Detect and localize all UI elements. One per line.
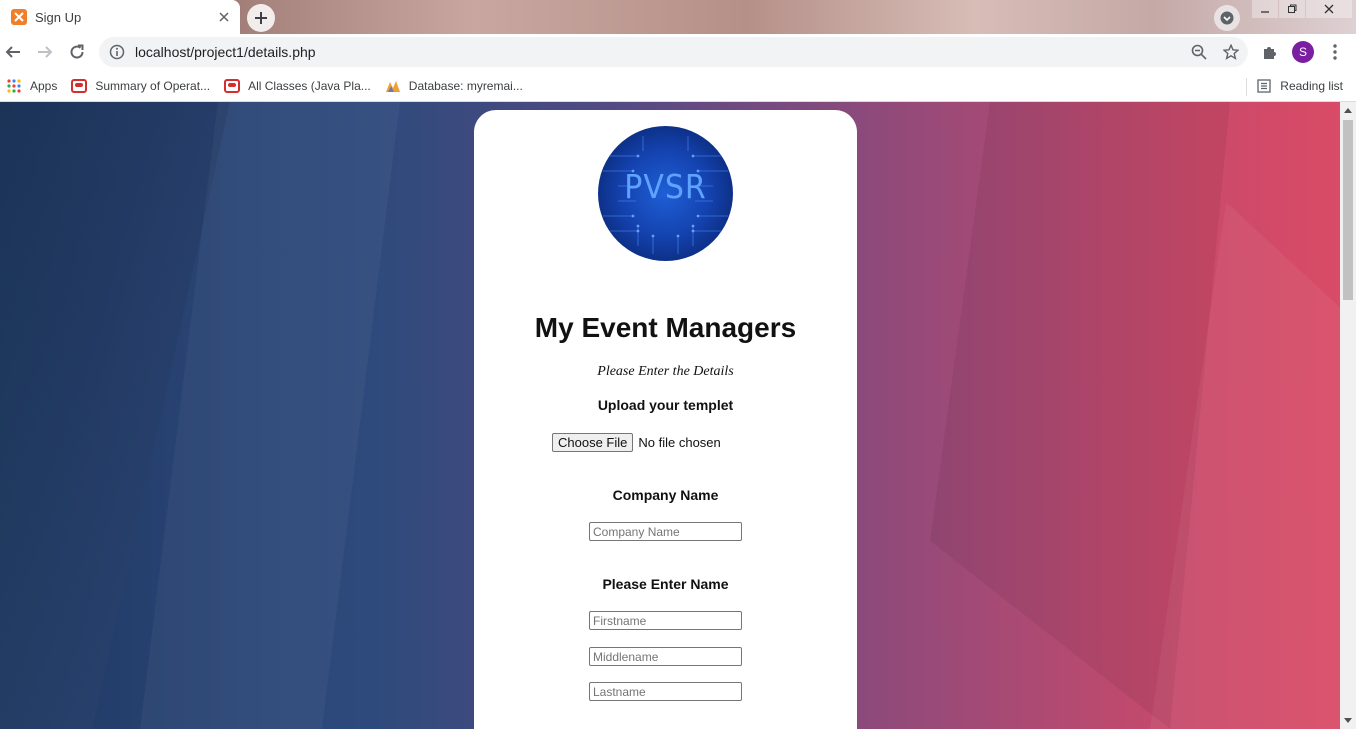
page-viewport: PVSR My Event Managers Please Enter the … — [0, 102, 1340, 729]
page-title: My Event Managers — [534, 312, 797, 343]
zoom-icon[interactable] — [1190, 43, 1208, 61]
menu-dots-icon[interactable] — [1326, 43, 1344, 61]
back-arrow-icon[interactable] — [1, 40, 25, 64]
bookmark-star-icon[interactable] — [1222, 43, 1240, 61]
bookmark-database[interactable]: Database: myremai... — [385, 78, 523, 94]
reading-list-icon — [1256, 78, 1272, 94]
bookmark-label: Database: myremai... — [408, 78, 523, 93]
tab-title: Sign Up — [35, 9, 82, 25]
oracle-icon — [71, 78, 88, 94]
bookmarks-bar: Apps Summary of Operat... All Classes (J… — [0, 70, 1356, 102]
tab-strip: Sign Up — [0, 0, 1356, 34]
url-text: localhost/project1/details.php — [135, 44, 316, 60]
browser-toolbar: localhost/project1/details.php S — [0, 34, 1356, 70]
close-tab-icon[interactable] — [216, 9, 232, 25]
pvsr-logo: PVSR — [598, 126, 733, 261]
page-subtitle: Please Enter the Details — [597, 364, 734, 379]
info-icon[interactable] — [109, 44, 125, 60]
tab-sign-up[interactable]: Sign Up — [0, 0, 240, 34]
reading-list-label: Reading list — [1280, 79, 1343, 93]
background-facet — [930, 102, 1230, 729]
company-name-label: Company Name — [612, 487, 719, 503]
restore-window-button[interactable] — [1279, 0, 1305, 18]
close-window-button[interactable] — [1306, 0, 1352, 18]
background-facet — [1150, 202, 1340, 729]
scroll-up-arrow-icon[interactable] — [1340, 102, 1356, 118]
xampp-favicon-icon — [11, 9, 27, 25]
bookmark-label: Summary of Operat... — [95, 78, 211, 93]
background-facet — [0, 102, 230, 729]
forward-arrow-icon[interactable] — [33, 40, 57, 64]
scroll-down-arrow-icon[interactable] — [1340, 713, 1356, 729]
bookmark-label: Apps — [30, 78, 58, 93]
tab-search-button[interactable] — [1214, 5, 1240, 31]
company-name-input[interactable] — [589, 522, 742, 541]
signup-card: PVSR My Event Managers Please Enter the … — [474, 110, 857, 729]
background-facet — [140, 102, 400, 729]
name-label: Please Enter Name — [602, 576, 729, 592]
bookmarks-divider — [1246, 78, 1247, 96]
middlename-input[interactable] — [589, 647, 742, 666]
bookmark-summary[interactable]: Summary of Operat... — [71, 78, 210, 94]
phpmyadmin-icon — [385, 78, 401, 94]
page-scrollbar[interactable] — [1340, 102, 1356, 729]
minimize-window-button[interactable] — [1252, 0, 1278, 18]
reload-icon[interactable] — [65, 40, 89, 64]
lastname-input[interactable] — [589, 682, 742, 701]
upload-label: Upload your templet — [597, 397, 734, 413]
reading-list-button[interactable]: Reading list — [1256, 78, 1343, 94]
new-tab-button[interactable] — [247, 4, 275, 32]
choose-file-button[interactable]: Choose File — [552, 433, 634, 452]
profile-avatar[interactable]: S — [1292, 41, 1314, 63]
address-bar[interactable]: localhost/project1/details.php — [99, 37, 1248, 67]
apps-grid-icon — [6, 78, 22, 94]
file-input[interactable]: Choose File No file chosen — [552, 433, 721, 452]
extensions-puzzle-icon[interactable] — [1261, 43, 1279, 61]
bookmark-all-classes[interactable]: All Classes (Java Pla... — [224, 78, 371, 94]
bookmark-apps[interactable]: Apps — [6, 78, 57, 94]
oracle-icon — [224, 78, 241, 94]
file-status-text: No file chosen — [638, 435, 721, 450]
bookmark-label: All Classes (Java Pla... — [248, 78, 371, 93]
firstname-input[interactable] — [589, 611, 742, 630]
scrollbar-thumb[interactable] — [1343, 120, 1353, 300]
logo-text: PVSR — [624, 168, 707, 207]
